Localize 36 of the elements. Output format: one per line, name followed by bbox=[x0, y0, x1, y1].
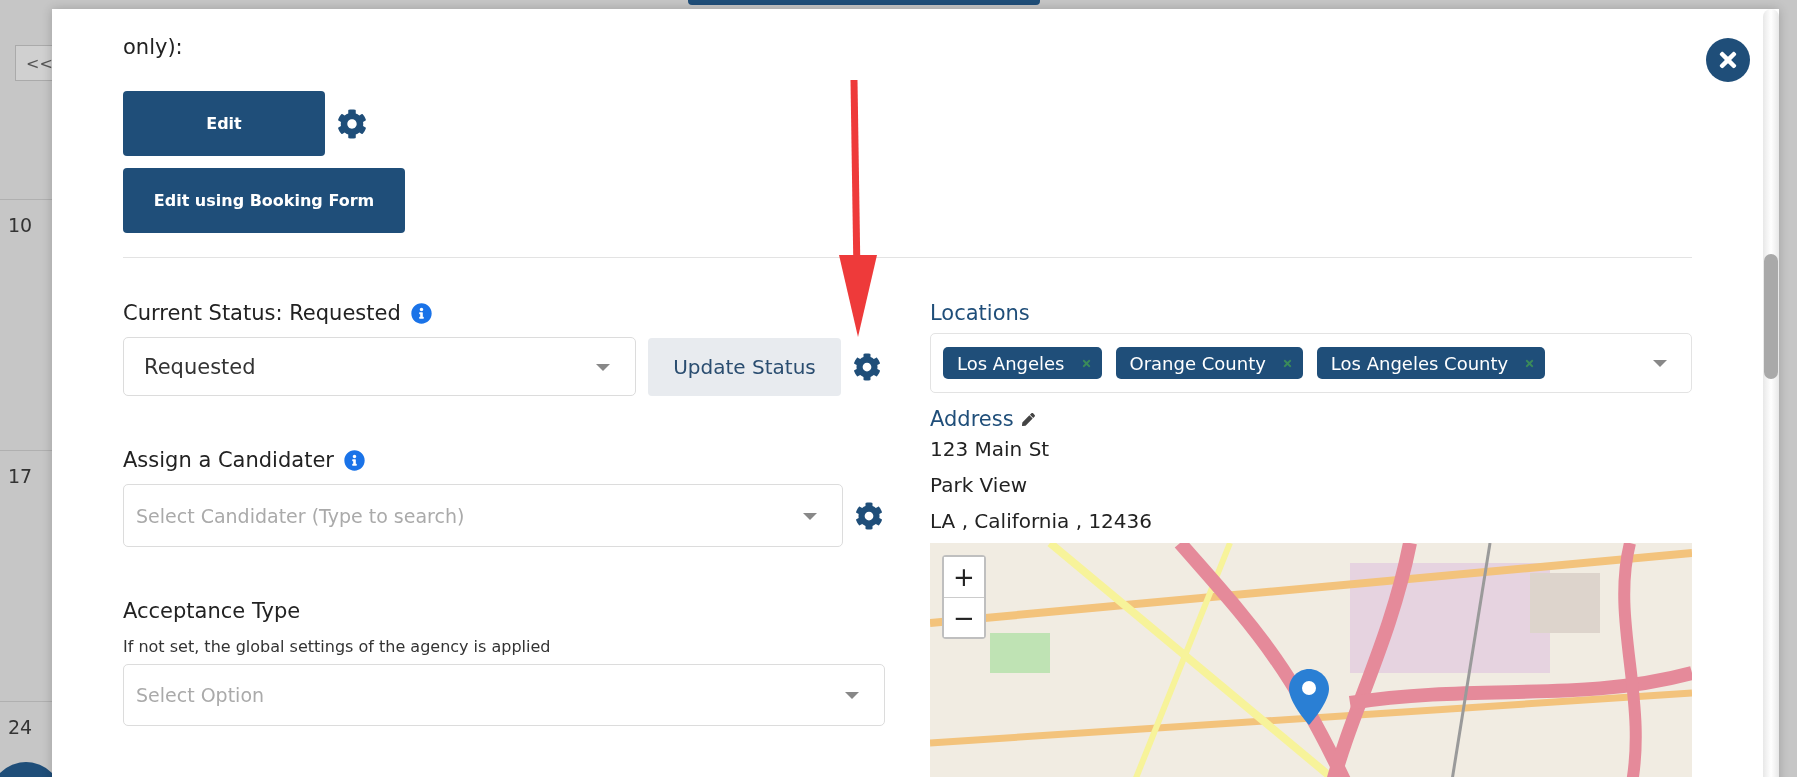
status-select[interactable]: Requested bbox=[123, 337, 636, 396]
close-button[interactable] bbox=[1706, 38, 1750, 82]
settings-icon[interactable] bbox=[855, 501, 883, 530]
caret-icon bbox=[845, 692, 859, 699]
location-tag: Los Angeles bbox=[943, 347, 1102, 379]
acceptance-hint: If not set, the global settings of the agency is applied bbox=[123, 637, 552, 656]
location-tag: Orange County bbox=[1115, 347, 1303, 379]
candidate-select[interactable]: Select Candidater (Type to search) bbox=[123, 484, 843, 547]
edit-icon[interactable] bbox=[1021, 412, 1035, 426]
settings-icon[interactable] bbox=[853, 352, 881, 381]
acceptance-select[interactable]: Select Option bbox=[123, 664, 885, 726]
admin-label: only): bbox=[123, 34, 184, 61]
update-status-button[interactable]: Update Status bbox=[648, 337, 841, 396]
address-label: Address bbox=[930, 407, 1014, 431]
address-line: 123 Main St bbox=[930, 436, 1051, 463]
scrollbar[interactable] bbox=[1763, 9, 1779, 777]
address-line: Park View bbox=[930, 472, 1029, 499]
location-tag: Los Angeles County bbox=[1316, 347, 1546, 379]
booking-form-button[interactable]: Edit using Booking Form bbox=[123, 168, 405, 233]
address-line: LA , California , 12436 bbox=[930, 508, 1154, 535]
acceptance-label: Acceptance Type bbox=[123, 599, 301, 623]
map-pin-icon[interactable] bbox=[1289, 669, 1329, 725]
candidate-label: Assign a Candidater bbox=[123, 448, 334, 472]
caret-icon bbox=[596, 363, 610, 371]
edit-button[interactable]: Edit bbox=[123, 91, 325, 156]
locations-label: Locations bbox=[930, 301, 1031, 325]
settings-icon[interactable] bbox=[337, 108, 367, 139]
caret-icon bbox=[1653, 359, 1667, 367]
status-label: Current Status: Requested bbox=[123, 301, 401, 325]
zoom-out-button[interactable]: − bbox=[944, 597, 984, 637]
week-number: 17 bbox=[8, 465, 33, 487]
caret-icon bbox=[803, 512, 817, 520]
info-icon[interactable] bbox=[410, 302, 432, 324]
info-icon[interactable] bbox=[343, 449, 365, 471]
week-number: 10 bbox=[8, 214, 33, 236]
week-number: 24 bbox=[8, 716, 33, 738]
